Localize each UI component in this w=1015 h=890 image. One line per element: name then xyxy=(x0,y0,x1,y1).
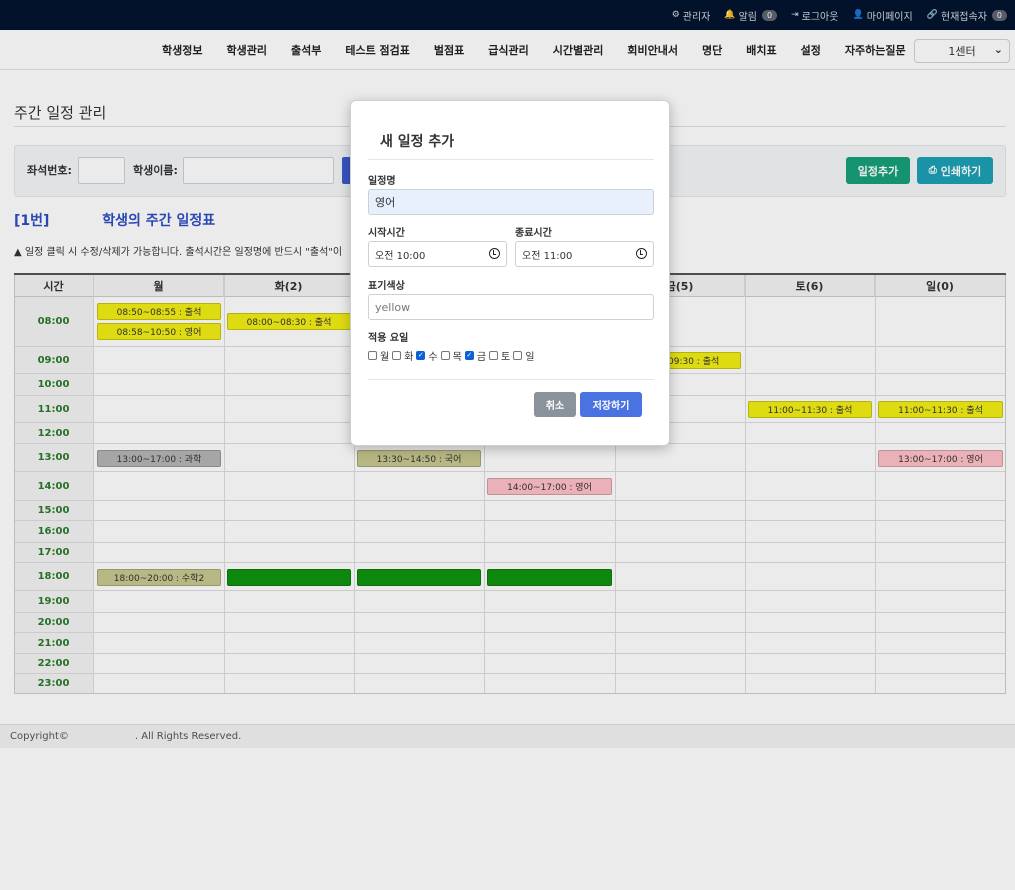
display-color-input[interactable]: yellow xyxy=(368,294,654,320)
checkbox[interactable]: ✓ xyxy=(464,351,474,360)
clock-icon[interactable] xyxy=(636,248,647,259)
day-label: 금 xyxy=(476,352,487,363)
schedule-name-value: 영어 xyxy=(375,196,396,209)
start-time-input[interactable]: 오전 10:00 xyxy=(368,241,507,267)
start-time-value: 오전 10:00 xyxy=(375,250,426,262)
apply-days-checkboxes: 월 화 ✓ 수 목 ✓ 금 토 일 xyxy=(368,348,537,363)
day-checkbox-7[interactable]: 일 xyxy=(513,348,534,363)
modal-title: 새 일정 추가 xyxy=(380,134,455,150)
modal-header-divider xyxy=(368,159,654,160)
end-time-label: 종료시간 xyxy=(515,228,552,239)
checkbox[interactable] xyxy=(489,351,499,360)
day-label: 화 xyxy=(404,352,414,363)
day-label: 목 xyxy=(452,352,462,363)
cancel-button[interactable]: 취소 xyxy=(534,392,576,417)
start-time-label: 시작시간 xyxy=(368,228,405,239)
end-time-value: 오전 11:00 xyxy=(522,250,573,262)
day-checkbox-4[interactable]: 목 xyxy=(440,348,462,363)
checkbox[interactable]: ✓ xyxy=(416,351,426,360)
add-schedule-modal: 새 일정 추가 일정명 영어 시작시간 오전 10:00 종료시간 오전 11:… xyxy=(350,100,670,446)
display-color-placeholder: yellow xyxy=(375,300,411,314)
day-label: 월 xyxy=(380,352,390,363)
checkbox[interactable] xyxy=(513,351,523,360)
day-checkbox-3[interactable]: ✓ 수 xyxy=(416,348,438,363)
day-checkbox-1[interactable]: 월 xyxy=(368,348,389,363)
modal-footer-divider xyxy=(368,379,654,380)
end-time-input[interactable]: 오전 11:00 xyxy=(515,241,654,267)
checkbox[interactable] xyxy=(440,351,450,360)
schedule-name-input[interactable]: 영어 xyxy=(368,189,654,215)
day-label: 일 xyxy=(525,352,535,363)
save-label: 저장하기 xyxy=(592,401,630,412)
clock-icon[interactable] xyxy=(489,248,500,259)
checkbox[interactable] xyxy=(392,351,402,360)
day-label: 토 xyxy=(501,352,511,363)
cancel-label: 취소 xyxy=(545,401,565,412)
day-checkbox-6[interactable]: 토 xyxy=(489,348,510,363)
checkbox[interactable] xyxy=(368,351,377,360)
display-color-label: 표기색상 xyxy=(368,281,405,292)
save-button[interactable]: 저장하기 xyxy=(580,392,642,417)
apply-days-label: 적용 요일 xyxy=(368,333,409,344)
day-label: 수 xyxy=(428,352,438,363)
day-checkbox-5[interactable]: ✓ 금 xyxy=(464,348,487,363)
schedule-name-label: 일정명 xyxy=(368,176,396,187)
day-checkbox-2[interactable]: 화 xyxy=(392,348,413,363)
